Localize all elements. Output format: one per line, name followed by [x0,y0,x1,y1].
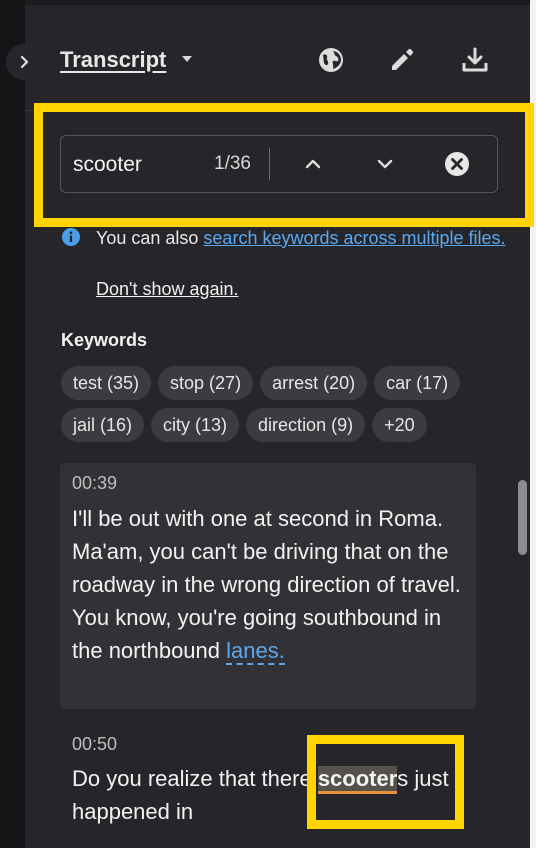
keyword-chip[interactable]: test (35) [61,366,152,400]
tip-text: You can also [96,228,204,248]
keywords-heading: Keywords [61,330,148,350]
linked-word[interactable]: lanes. [226,638,285,665]
match-counter: 1/36 [214,153,251,174]
keyword-chip[interactable]: car (17) [374,366,461,400]
search-match-highlight: scooter [317,766,398,794]
chevron-up-icon [305,159,321,169]
segment-timestamp[interactable]: 00:39 [72,473,117,494]
close-circle-icon [445,152,469,176]
segment-timestamp[interactable]: 00:50 [72,734,117,755]
next-match-button[interactable] [370,149,400,179]
keyword-chip[interactable]: city (13) [151,408,240,442]
keyword-row: test (35) stop (27) arrest (20) car (17) [61,366,501,400]
caret-down-icon[interactable] [182,56,192,62]
more-keywords-chip[interactable]: +20 [372,408,427,442]
download-icon[interactable] [461,46,489,74]
transcript-panel: Transcript 1/36 [25,5,530,848]
multi-file-search-tip: You can also search keywords across mult… [96,225,516,251]
keyword-chip[interactable]: jail (16) [61,408,145,442]
clear-search-button[interactable] [442,149,472,179]
pencil-icon[interactable] [388,46,416,74]
scrollbar-thumb[interactable] [518,480,527,555]
info-icon [62,228,80,246]
search-across-files-link[interactable]: search keywords across multiple files. [203,228,505,248]
keyword-chip[interactable]: arrest (20) [260,366,368,400]
search-divider [269,148,270,180]
page-edge [530,0,536,848]
chevron-right-icon [20,55,29,69]
keyword-chips: test (35) stop (27) arrest (20) car (17)… [61,366,501,450]
transcript-search: 1/36 [60,135,498,193]
search-input[interactable] [71,148,210,182]
segment-text: I'll be out with one at second in Roma. … [72,506,461,665]
segment-text: Do you realize that there scooters just … [72,766,449,824]
keyword-chip[interactable]: stop (27) [158,366,254,400]
keyword-chip[interactable]: direction (9) [246,408,366,442]
left-strip [0,0,25,848]
chevron-down-icon [377,159,393,169]
keyword-row: jail (16) city (13) direction (9) +20 [61,408,501,442]
collapse-panel-button[interactable] [6,44,42,80]
transcript-title[interactable]: Transcript [60,47,166,73]
header-divider [25,110,530,111]
dont-show-again-link[interactable]: Don't show again. [96,279,239,300]
globe-icon[interactable] [317,46,345,74]
previous-match-button[interactable] [298,149,328,179]
